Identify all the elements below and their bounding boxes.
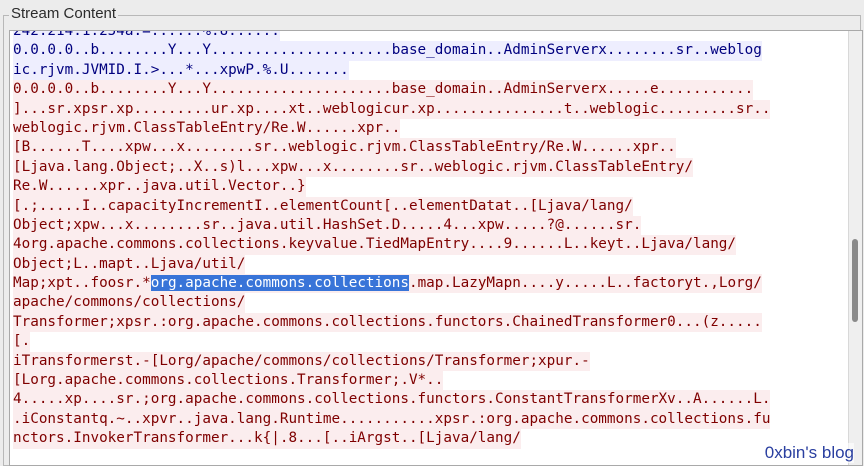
server-stream-line[interactable]: .iConstantq.~..xpvr..java.lang.Runtime..…	[10, 409, 862, 430]
stream-lines: 242.214.1.254a.=......%.U...... 0.0.0.0..…	[10, 31, 862, 449]
stream-line-text: [Lorg.apache.commons.collections.Transfo…	[13, 371, 444, 391]
blog-watermark: 0xbin's blog	[764, 443, 854, 463]
stream-line-text: 242.214.1.254a.=......%.U......	[13, 31, 280, 42]
server-stream-line[interactable]: Object;L..mapt..Ljava/util/	[10, 254, 862, 275]
stream-line-text: [Ljava.lang.Object;..X..s)l...xpw...x...…	[13, 157, 693, 178]
server-stream-line[interactable]: Object;xpw...x........sr..java.util.Hash…	[10, 215, 862, 236]
stream-line-text: 0.0.0.0..b........Y...Y.................…	[13, 41, 762, 61]
server-stream-line[interactable]: Re.W......xpr..java.util.Vector..}	[10, 177, 862, 197]
server-stream-line[interactable]: iTransformerst.-[Lorg/apache/commons/col…	[10, 351, 862, 372]
client-stream-line[interactable]: ic.rjvm.JVMID.I.>...*...xpwP.%.U.......	[10, 60, 862, 81]
server-stream-line[interactable]: weblogic.rjvm.ClassTableEntry/Re.W......…	[10, 118, 862, 139]
server-stream-line[interactable]: Map;xpt..foosr.*org.apache.commons.colle…	[10, 274, 862, 294]
stream-line-text: iTransformerst.-[Lorg/apache/commons/col…	[13, 351, 590, 372]
stream-line-text: ]...sr.xpsr.xp.........ur.xp....xt..webl…	[13, 99, 771, 119]
client-stream-line[interactable]: 242.214.1.254a.=......%.U......	[10, 31, 862, 42]
stream-line-text: Re.W......xpr..java.util.Vector..}	[13, 177, 306, 197]
stream-line-text: Object;L..mapt..Ljava/util/	[13, 254, 246, 275]
client-stream-line[interactable]: 0.0.0.0..b........Y...Y.................…	[10, 41, 862, 61]
stream-line-text: [.;.....I..capacityIncrementI..elementCo…	[13, 196, 633, 216]
stream-text-segment: Map;xpt..foosr.*	[13, 275, 151, 292]
stream-line-text: 0.0.0.0..b........Y...Y.................…	[13, 80, 754, 100]
server-stream-line[interactable]: 4org.apache.commons.collections.keyvalue…	[10, 235, 862, 255]
stream-line-text: Object;xpw...x........sr..java.util.Hash…	[13, 215, 642, 236]
stream-line-text: [B......T....xpw...x........sr..weblogic…	[13, 138, 676, 158]
server-stream-line[interactable]: [Ljava.lang.Object;..X..s)l...xpw...x...…	[10, 157, 862, 178]
server-stream-line[interactable]: ]...sr.xpsr.xp.........ur.xp....xt..webl…	[10, 99, 862, 119]
stream-line-text: .iConstantq.~..xpvr..java.lang.Runtime..…	[13, 409, 771, 430]
server-stream-line[interactable]: 4.....xp....sr.;org.apache.commons.colle…	[10, 390, 862, 410]
group-title: Stream Content	[9, 5, 119, 23]
server-stream-line[interactable]: [Lorg.apache.commons.collections.Transfo…	[10, 371, 862, 391]
server-stream-line[interactable]: [B......T....xpw...x........sr..weblogic…	[10, 138, 862, 158]
stream-line-text: ic.rjvm.JVMID.I.>...*...xpwP.%.U.......	[13, 60, 349, 81]
stream-line-text: 4org.apache.commons.collections.keyvalue…	[13, 235, 737, 255]
server-stream-line[interactable]: nctors.InvokerTransformer...k{|.8...[..i…	[10, 429, 862, 449]
stream-content-view[interactable]: 242.214.1.254a.=......%.U...... 0.0.0.0..…	[9, 30, 863, 466]
selected-text-highlight[interactable]: org.apache.commons.collections	[150, 275, 409, 292]
stream-line-text: Transformer;xpsr.:org.apache.commons.col…	[13, 312, 762, 333]
stream-line-text: apache/commons/collections/	[13, 293, 246, 313]
scrollbar-thumb[interactable]	[852, 239, 858, 322]
stream-line-text: weblogic.rjvm.ClassTableEntry/Re.W......…	[13, 118, 401, 139]
stream-line-text: 4.....xp....sr.;org.apache.commons.colle…	[13, 390, 771, 410]
stream-text-segment: .map.LazyMapn....y.....L..factoryt.,Lorg…	[408, 275, 762, 292]
stream-line-text: nctors.InvokerTransformer...k{|.8...[..i…	[13, 429, 521, 449]
stream-line-text: Map;xpt..foosr.*org.apache.commons.colle…	[13, 274, 762, 294]
server-stream-line[interactable]: [.	[10, 332, 862, 352]
stream-line-text: [.	[13, 332, 31, 352]
server-stream-line[interactable]: apache/commons/collections/	[10, 293, 862, 313]
vertical-scrollbar[interactable]	[848, 31, 862, 465]
server-stream-line[interactable]: [.;.....I..capacityIncrementI..elementCo…	[10, 196, 862, 216]
server-stream-line[interactable]: Transformer;xpsr.:org.apache.commons.col…	[10, 312, 862, 333]
server-stream-line[interactable]: 0.0.0.0..b........Y...Y.................…	[10, 80, 862, 100]
